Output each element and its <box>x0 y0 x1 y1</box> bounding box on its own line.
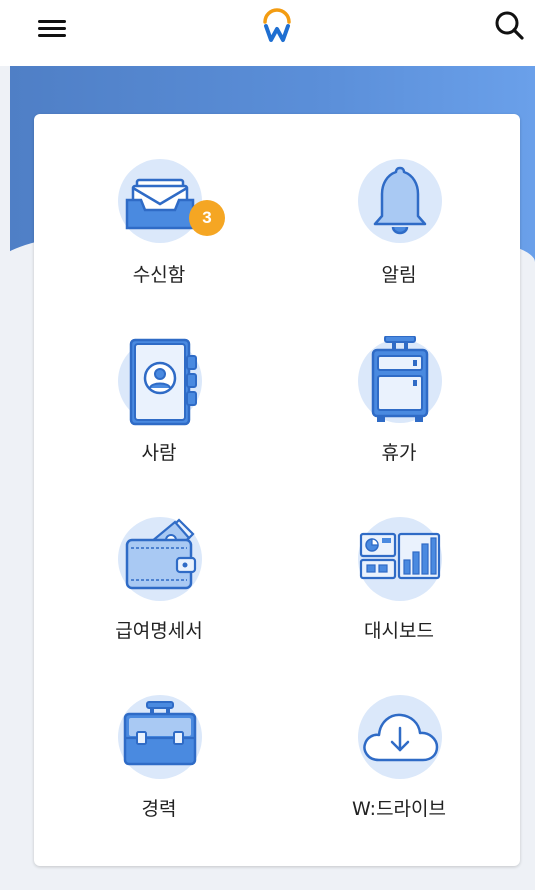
unread-count-badge: 3 <box>189 200 225 236</box>
workday-logo[interactable] <box>259 6 295 46</box>
app-label: 급여명세서 <box>115 620 203 642</box>
inbox-tray-icon <box>118 159 202 243</box>
hamburger-menu-icon[interactable] <box>36 14 68 42</box>
bell-icon <box>358 159 442 243</box>
address-book-icon <box>118 338 202 426</box>
cloud-download-icon <box>358 695 442 779</box>
app-label: 경력 <box>141 798 177 820</box>
top-app-bar <box>0 0 535 66</box>
app-tile-dashboard[interactable]: 대시보드 <box>299 514 499 664</box>
briefcase-icon <box>118 695 202 779</box>
app-tile-career[interactable]: 경력 <box>59 692 259 842</box>
dashboard-chart-icon <box>358 517 442 601</box>
app-tile-notifications[interactable]: 알림 <box>299 158 499 308</box>
app-tile-time-off[interactable]: 휴가 <box>299 336 499 486</box>
app-label: W:드라이브 <box>352 798 446 820</box>
app-tile-w-drive[interactable]: W:드라이브 <box>299 692 499 842</box>
suitcase-trolley-icon <box>358 336 442 423</box>
app-label: 수신함 <box>132 264 186 286</box>
app-tile-payslips[interactable]: 급여명세서 <box>59 514 259 664</box>
app-label: 휴가 <box>381 442 417 464</box>
app-tile-people[interactable]: 사람 <box>59 336 259 486</box>
search-icon[interactable] <box>492 8 526 42</box>
app-label: 사람 <box>141 442 177 464</box>
app-tile-inbox[interactable]: 3 수신함 <box>59 158 259 308</box>
apps-card: 3 수신함 알림 사람 휴가 급여명세서 대시보드 경력 W:드라이브 <box>34 114 520 866</box>
wallet-icon <box>118 517 202 601</box>
app-label: 대시보드 <box>364 620 434 642</box>
app-label: 알림 <box>381 264 417 286</box>
